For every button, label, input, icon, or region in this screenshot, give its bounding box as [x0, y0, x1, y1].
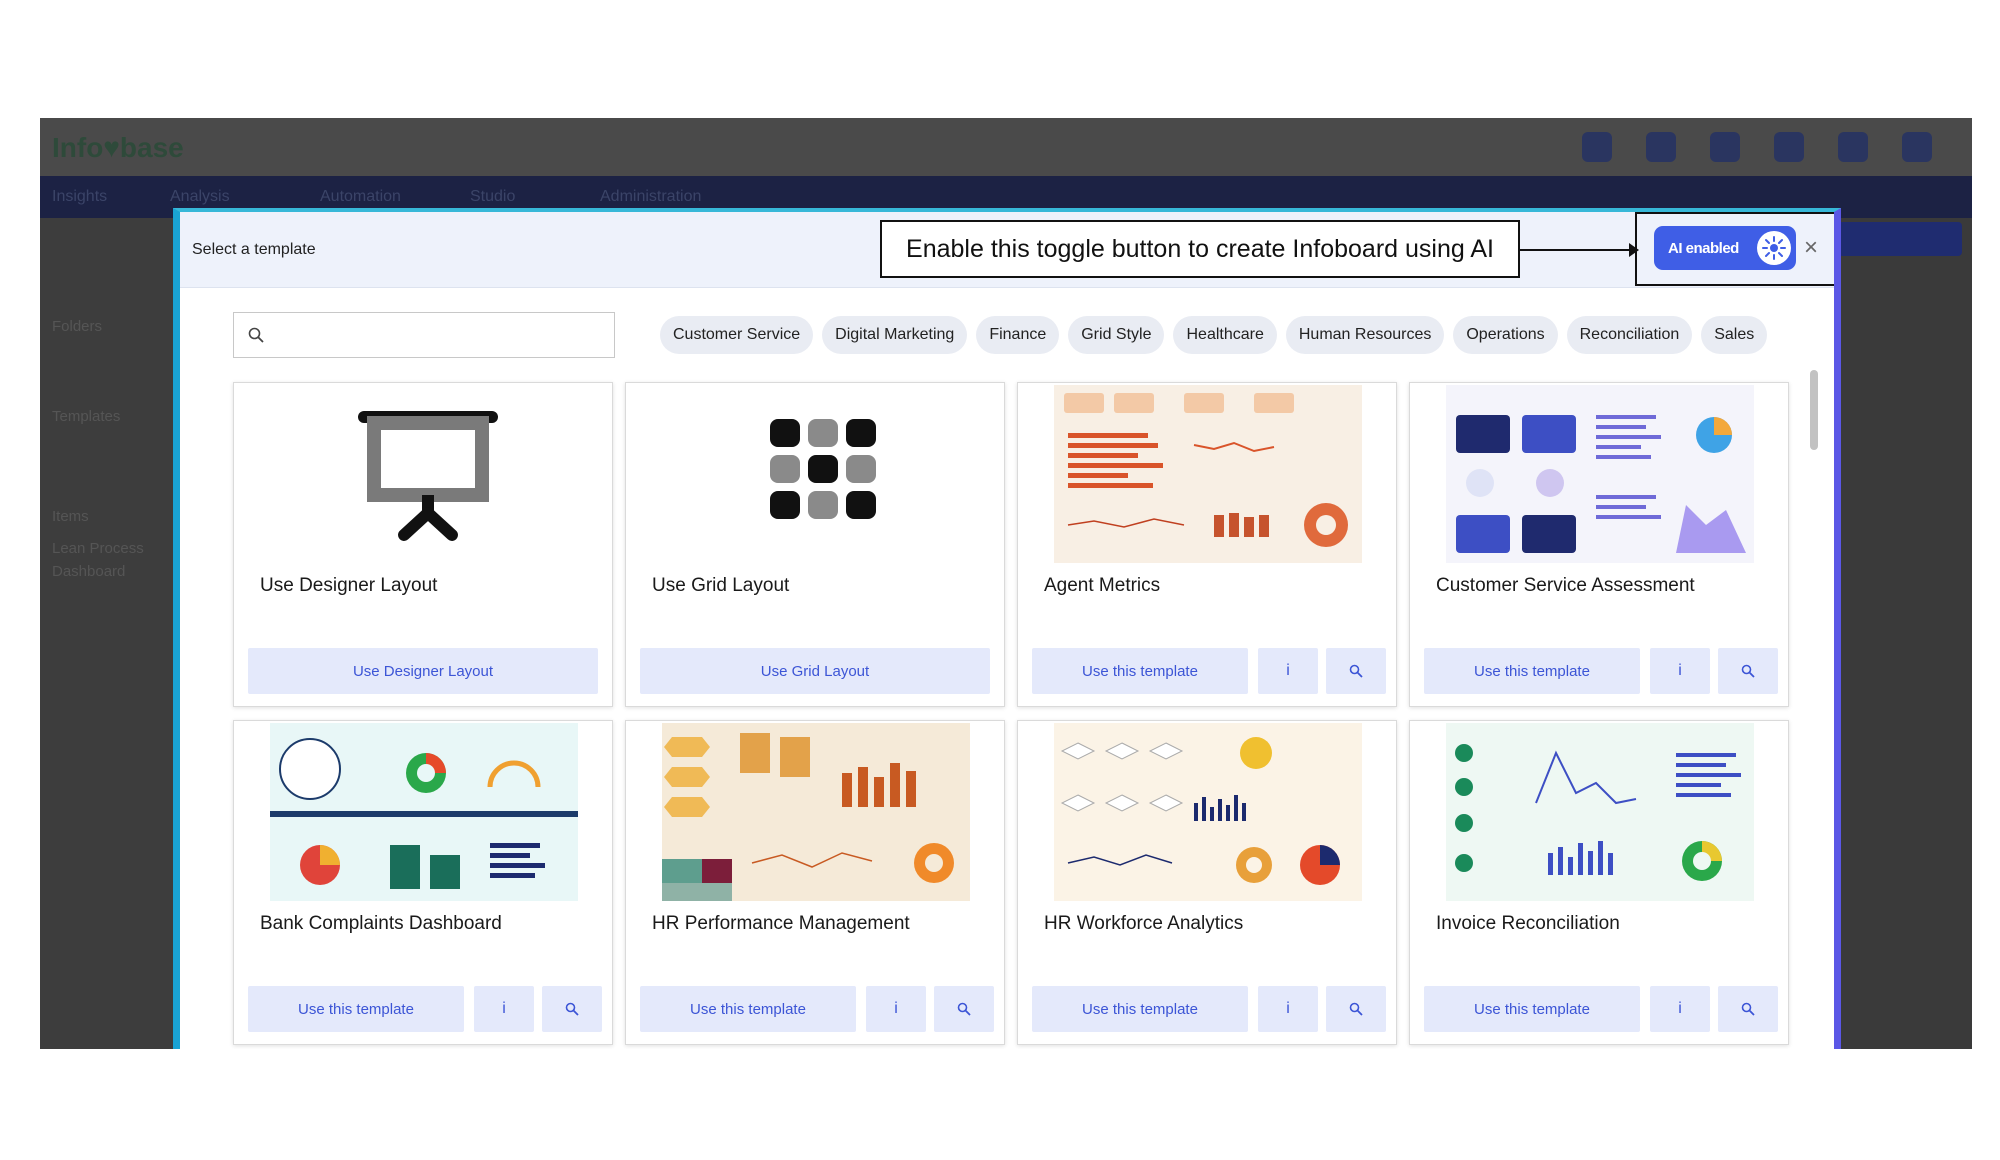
category-chip[interactable]: Human Resources — [1285, 316, 1445, 354]
use-template-button[interactable]: Use this template — [1032, 648, 1248, 694]
zoom-icon[interactable] — [1326, 648, 1386, 694]
use-template-button[interactable]: Use this template — [640, 986, 856, 1032]
card-title: Use Grid Layout — [652, 575, 790, 596]
category-chip[interactable]: Sales — [1701, 316, 1768, 354]
search-input[interactable] — [233, 312, 615, 358]
template-preview-image — [1054, 723, 1362, 901]
zoom-icon[interactable] — [542, 986, 602, 1032]
sidebar-label: Folders — [52, 318, 103, 335]
zoom-icon[interactable] — [1718, 986, 1778, 1032]
template-preview-image — [1054, 385, 1362, 563]
card-title: Bank Complaints Dashboard — [260, 913, 502, 934]
template-card-designer-layout[interactable]: Use Designer Layout Use Designer Layout — [233, 382, 613, 707]
info-icon[interactable]: i — [1650, 648, 1710, 694]
info-icon[interactable]: i — [1650, 986, 1710, 1032]
template-grid: Use Designer Layout Use Designer Layout — [233, 382, 1789, 1049]
avatar — [1902, 132, 1932, 162]
category-chip[interactable]: Reconciliation — [1566, 316, 1693, 354]
zoom-icon[interactable] — [1718, 648, 1778, 694]
close-button[interactable]: × — [1804, 234, 1818, 262]
template-card-invoice-reconciliation[interactable]: Invoice Reconciliation Use this template… — [1409, 720, 1789, 1045]
nav-item: Analysis — [170, 188, 230, 205]
category-chip[interactable]: Operations — [1453, 316, 1558, 354]
info-icon[interactable]: i — [1258, 986, 1318, 1032]
category-chip[interactable]: Finance — [976, 316, 1060, 354]
app-action-button — [1832, 222, 1962, 256]
presentation-board-icon — [270, 385, 578, 563]
use-designer-layout-button[interactable]: Use Designer Layout — [248, 648, 598, 694]
callout-line — [1520, 249, 1634, 251]
category-filter-chips: Customer Service Digital Marketing Finan… — [660, 316, 1768, 354]
sidebar-label: Dashboard — [52, 563, 126, 580]
template-preview-image — [662, 723, 970, 901]
zoom-icon[interactable] — [934, 986, 994, 1032]
template-preview-image — [1446, 723, 1754, 901]
app-header: Info♥base — [40, 118, 1972, 176]
ai-enabled-toggle[interactable]: AI enabled — [1654, 226, 1796, 270]
ai-toggle-label: AI enabled — [1668, 239, 1739, 257]
template-card-customer-service-assessment[interactable]: Customer Service Assessment Use this tem… — [1409, 382, 1789, 707]
grid-layout-icon — [662, 385, 970, 563]
template-preview-image — [270, 723, 578, 901]
sidebar-label: Lean Process — [52, 540, 144, 557]
modal-title: Select a template — [192, 241, 316, 258]
app-icon — [1774, 132, 1804, 162]
nav-item: Studio — [470, 188, 516, 205]
category-chip[interactable]: Healthcare — [1173, 316, 1277, 354]
template-card-bank-complaints-dashboard[interactable]: Bank Complaints Dashboard Use this templ… — [233, 720, 613, 1045]
nav-item: Automation — [320, 188, 401, 205]
template-card-hr-workforce-analytics[interactable]: HR Workforce Analytics Use this template… — [1017, 720, 1397, 1045]
template-modal: Select a template Enable this toggle but… — [173, 208, 1841, 1049]
ai-callout: Enable this toggle button to create Info… — [880, 220, 1520, 278]
app-icon — [1710, 132, 1740, 162]
modal-header: Select a template Enable this toggle but… — [180, 212, 1834, 288]
app-header-icons — [1582, 132, 1932, 162]
nav-item: Insights — [52, 188, 108, 205]
info-icon[interactable]: i — [866, 986, 926, 1032]
search-icon — [248, 327, 264, 348]
card-title: HR Workforce Analytics — [1044, 913, 1244, 934]
scrollbar[interactable] — [1810, 370, 1818, 450]
use-template-button[interactable]: Use this template — [248, 986, 464, 1032]
sparkle-icon — [1757, 231, 1791, 265]
app-logo: Info♥base — [52, 132, 184, 163]
card-title: Use Designer Layout — [260, 575, 438, 596]
category-chip[interactable]: Customer Service — [660, 316, 814, 354]
zoom-icon[interactable] — [1326, 986, 1386, 1032]
template-card-grid-layout[interactable]: Use Grid Layout Use Grid Layout — [625, 382, 1005, 707]
use-template-button[interactable]: Use this template — [1424, 986, 1640, 1032]
template-card-agent-metrics[interactable]: Agent Metrics Use this template i — [1017, 382, 1397, 707]
sidebar-label: Templates — [52, 408, 121, 425]
info-icon[interactable]: i — [1258, 648, 1318, 694]
card-title: HR Performance Management — [652, 913, 910, 934]
card-title: Invoice Reconciliation — [1436, 913, 1620, 934]
category-chip[interactable]: Digital Marketing — [822, 316, 968, 354]
app-icon — [1582, 132, 1612, 162]
app-icon — [1646, 132, 1676, 162]
template-preview-image — [1446, 385, 1754, 563]
card-title: Agent Metrics — [1044, 575, 1161, 596]
nav-item: Administration — [600, 188, 702, 205]
card-title: Customer Service Assessment — [1436, 575, 1695, 596]
info-icon[interactable]: i — [474, 986, 534, 1032]
template-card-hr-performance-management[interactable]: HR Performance Management Use this templ… — [625, 720, 1005, 1045]
use-grid-layout-button[interactable]: Use Grid Layout — [640, 648, 990, 694]
sidebar-label: Items — [52, 508, 89, 525]
category-chip[interactable]: Grid Style — [1068, 316, 1165, 354]
app-icon — [1838, 132, 1868, 162]
use-template-button[interactable]: Use this template — [1032, 986, 1248, 1032]
use-template-button[interactable]: Use this template — [1424, 648, 1640, 694]
